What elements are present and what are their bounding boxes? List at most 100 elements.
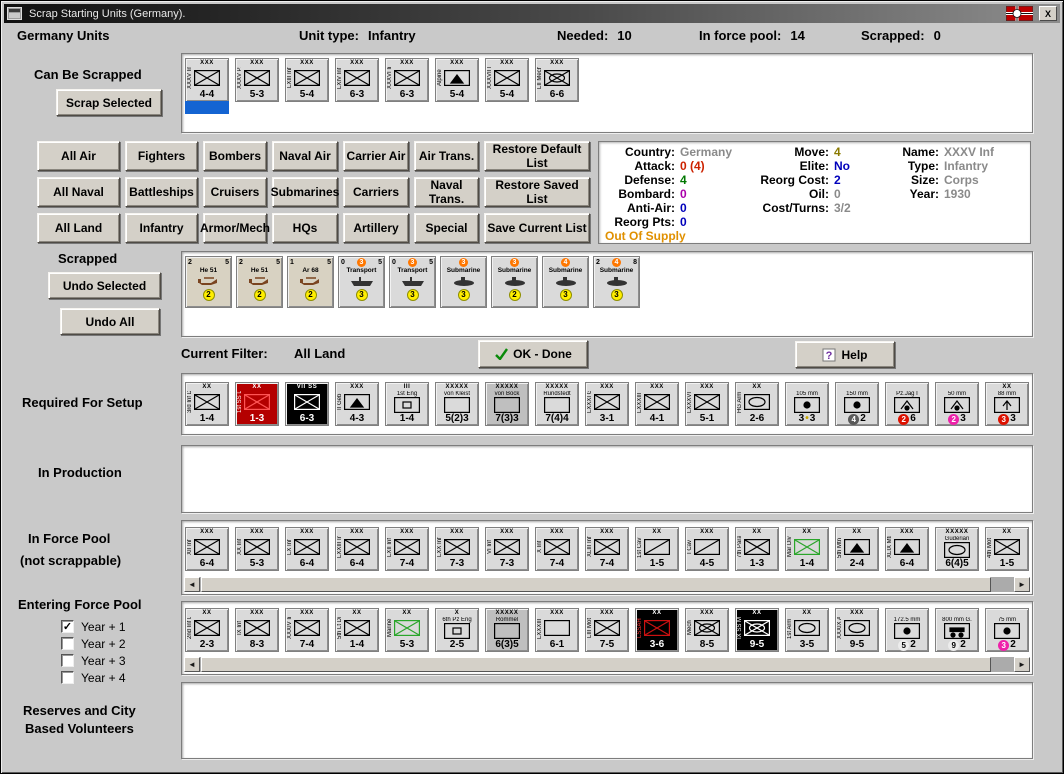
unit-counter[interactable]: XX IX SS Mech 9-5 xyxy=(735,608,779,652)
unit-counter[interactable]: XXX XXXV Inf 4-4 xyxy=(185,58,229,114)
filter-button-infantry[interactable]: Infantry xyxy=(125,213,198,243)
undo-selected-button[interactable]: Undo Selected xyxy=(48,272,161,299)
scrollbar-track[interactable] xyxy=(200,577,1014,592)
unit-counter[interactable]: XX 1st Cav Div 1-5 xyxy=(635,527,679,571)
unit-counter[interactable]: XXX LII Mech 6-6 xyxy=(535,58,579,102)
in-force-pool-scrollbar[interactable]: ◄ ► xyxy=(184,577,1030,592)
unit-counter[interactable]: XXX XXXIX Arm 9-5 xyxy=(835,608,879,652)
filter-button-armor-mech[interactable]: Armor/Mech xyxy=(200,213,270,243)
year-filter-4[interactable]: Year + 4 xyxy=(61,671,126,685)
unit-counter[interactable]: XXX LXII Inf 7-4 xyxy=(385,527,429,571)
unit-counter[interactable]: XXX LXIV Inf 6-3 xyxy=(335,58,379,102)
unit-counter[interactable]: XXX XX Inf 5-3 xyxy=(235,527,279,571)
scrapped-unit-counter[interactable]: 1 5 Ar 68 2 xyxy=(287,256,334,308)
year-filter-1[interactable]: ✓ Year + 1 xyxy=(61,620,126,634)
unit-counter[interactable]: X 6th Pz Eng 2-5 xyxy=(435,608,479,652)
checkbox-unchecked[interactable] xyxy=(61,671,74,684)
unit-counter[interactable]: 50 mm 2 3 xyxy=(935,382,979,426)
unit-counter[interactable]: XXX X Inf 7-4 xyxy=(535,527,579,571)
unit-counter[interactable]: XXX XLIII Inf 7-4 xyxy=(585,527,629,571)
filter-button-restore-saved-list[interactable]: Restore Saved List xyxy=(484,177,590,207)
entering-force-pool-scrollbar[interactable]: ◄ ► xyxy=(184,657,1030,672)
filter-button-naval-air[interactable]: Naval Air xyxy=(272,141,338,171)
unit-counter[interactable]: XXXXX Rommel 6(3)5 xyxy=(485,608,529,652)
unit-counter[interactable]: XXXXX Rundstedt 7(4)4 xyxy=(535,382,579,426)
unit-counter[interactable]: XX HG Arm Div 2-6 xyxy=(735,382,779,426)
scroll-right-button[interactable]: ► xyxy=(1014,577,1030,592)
checkbox-unchecked[interactable] xyxy=(61,654,74,667)
scrapped-unit-counter[interactable]: 2 4 8 Submarine 3 xyxy=(593,256,640,308)
filter-button-artillery[interactable]: Artillery xyxy=(343,213,409,243)
scroll-left-button[interactable]: ◄ xyxy=(184,577,200,592)
title-bar[interactable]: Scrap Starting Units (Germany). X xyxy=(4,4,1060,23)
scrapped-unit-counter[interactable]: 3 Submarine 2 xyxy=(491,256,538,308)
filter-button-carriers[interactable]: Carriers xyxy=(343,177,409,207)
unit-counter[interactable]: XX 4th Mot Div 1-5 xyxy=(985,527,1029,571)
unit-counter[interactable]: XXX II Geb 4-3 xyxy=(335,382,379,426)
unit-counter[interactable]: 800 mm G. 9 2 xyxy=(935,608,979,652)
filter-button-air-trans[interactable]: Air Trans. xyxy=(414,141,479,171)
year-filter-2[interactable]: Year + 2 xyxy=(61,637,126,651)
filter-button-hqs[interactable]: HQs xyxy=(272,213,338,243)
scrapped-unit-counter[interactable]: 2 5 He 51 2 xyxy=(185,256,232,308)
checkbox-unchecked[interactable] xyxy=(61,637,74,650)
unit-counter[interactable]: 75 mm 3 2 xyxy=(985,608,1029,652)
close-button[interactable]: X xyxy=(1039,6,1057,21)
scrap-selected-button[interactable]: Scrap Selected xyxy=(56,89,162,116)
unit-counter[interactable]: XXX XLIX Mtn 6-4 xyxy=(885,527,929,571)
filter-button-battleships[interactable]: Battleships xyxy=(125,177,198,207)
filter-button-special[interactable]: Special xyxy=(414,213,479,243)
filter-button-submarines[interactable]: Submarines xyxy=(271,177,339,207)
filter-button-naval-trans[interactable]: Naval Trans. xyxy=(414,177,479,207)
unit-counter[interactable]: XX 1st Arm Div 3-5 xyxy=(785,608,829,652)
unit-counter[interactable]: XXX IX Inf 8-3 xyxy=(235,608,279,652)
unit-counter[interactable]: XXX LXXXIII Ga. 4-1 xyxy=(635,382,679,426)
unit-counter[interactable]: XXX XII Inf 6-4 xyxy=(185,527,229,571)
unit-counter[interactable]: XX 3rd Inf Div 1-4 xyxy=(185,382,229,426)
unit-counter[interactable]: XXX LXXXVI Ga. 5-1 xyxy=(685,382,729,426)
unit-counter[interactable]: XX 7th Para Div 1-3 xyxy=(735,527,779,571)
unit-counter[interactable]: XX 1st SS Div 1-3 xyxy=(235,382,279,426)
scrapped-unit-counter[interactable]: 0 3 5 Transport 3 xyxy=(338,256,385,308)
scrollbar-thumb[interactable] xyxy=(201,577,991,592)
checkbox-checked[interactable]: ✓ xyxy=(61,620,74,633)
unit-counter[interactable]: XXXXX von Bock 7(3)3 xyxy=(485,382,529,426)
filter-button-restore-default-list[interactable]: Restore Default List xyxy=(484,141,590,171)
unit-counter[interactable]: XXX I Cav 4-5 xyxy=(685,527,729,571)
undo-all-button[interactable]: Undo All xyxy=(60,308,160,335)
unit-counter[interactable]: XXX LXIII Inf 5-4 xyxy=(285,58,329,102)
unit-counter[interactable]: XXX LX Inf 6-4 xyxy=(285,527,329,571)
unit-counter[interactable]: XXX LXXIII Inf 6-4 xyxy=(335,527,379,571)
unit-counter[interactable]: XX 2nd Inf Div 2-3 xyxy=(185,608,229,652)
filter-button-all-naval[interactable]: All Naval xyxy=(37,177,120,207)
unit-counter[interactable]: XXX VI Inf 7-3 xyxy=(485,527,529,571)
unit-counter[interactable]: XXX LXX Inf 7-3 xyxy=(435,527,479,571)
unit-counter[interactable]: XXX XXXV Pz 5-3 xyxy=(235,58,279,102)
scroll-right-button[interactable]: ► xyxy=(1014,657,1030,672)
unit-counter[interactable]: XXX Alpine 5-4 xyxy=(435,58,479,102)
unit-counter[interactable]: XX Marine 5-3 xyxy=(385,608,429,652)
unit-counter[interactable]: 105 mm 3 • 3 xyxy=(785,382,829,426)
unit-counter[interactable]: XXXXX von Kleist 5(2)3 xyxy=(435,382,479,426)
scrapped-unit-counter[interactable]: 0 3 5 Transport 3 xyxy=(389,256,436,308)
scroll-left-button[interactable]: ◄ xyxy=(184,657,200,672)
unit-counter[interactable]: III 1st Eng 1-4 xyxy=(385,382,429,426)
unit-counter[interactable]: 150 mm 4 2 xyxy=(835,382,879,426)
filter-button-all-air[interactable]: All Air xyxy=(37,141,120,171)
filter-button-cruisers[interactable]: Cruisers xyxy=(203,177,267,207)
filter-button-all-land[interactable]: All Land xyxy=(37,213,120,243)
scrapped-unit-counter[interactable]: 2 5 He 51 2 xyxy=(236,256,283,308)
unit-counter[interactable]: XX 5th Lt Div 1-4 xyxy=(335,608,379,652)
unit-counter[interactable]: XXX LXXXIII Garr 6-1 xyxy=(535,608,579,652)
unit-counter[interactable]: XXX XXXVII M. 5-4 xyxy=(485,58,529,102)
filter-button-fighters[interactable]: Fighters xyxy=(125,141,198,171)
filter-button-save-current-list[interactable]: Save Current List xyxy=(484,213,590,243)
unit-counter[interactable]: XX 88 mm 3 3 xyxy=(985,382,1029,426)
scrapped-unit-counter[interactable]: 3 Submarine 3 xyxy=(440,256,487,308)
scrollbar-thumb[interactable] xyxy=(201,657,991,672)
unit-counter[interactable]: 172.5 mm 5 2 xyxy=(885,608,929,652)
unit-counter[interactable]: XX 5th Mtn Div 2-4 xyxy=(835,527,879,571)
unit-counter[interactable]: Pz.Jag I26 xyxy=(885,382,929,426)
scrapped-unit-counter[interactable]: 4 Submarine 3 xyxy=(542,256,589,308)
unit-counter[interactable]: XXX XXXIV Inf 7-4 xyxy=(285,608,329,652)
